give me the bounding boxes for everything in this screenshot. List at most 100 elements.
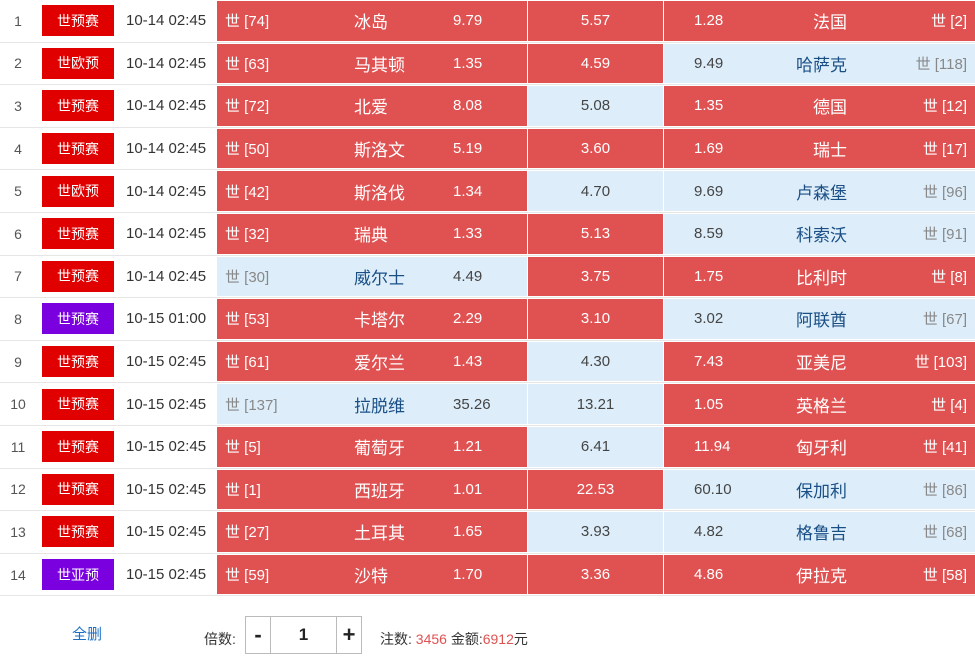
away-win-option[interactable]: 8.59 科索沃 世 [91] [664, 213, 975, 254]
draw-option[interactable]: 4.70 [528, 171, 663, 211]
away-odds: 1.05 [694, 395, 724, 413]
draw-option[interactable]: 4.59 [528, 43, 663, 84]
away-rank: 世 [2] [931, 13, 967, 31]
league-cell: 世欧预 [42, 43, 116, 85]
home-team: 卡塔尔 [354, 311, 405, 331]
league-cell: 世亚预 [42, 554, 116, 596]
away-win-option[interactable]: 1.69 瑞士 世 [17] [664, 128, 975, 169]
row-index: 1 [14, 12, 22, 29]
draw-option[interactable]: 3.60 [528, 128, 663, 169]
draw-odds: 4.30 [580, 353, 611, 371]
home-rank: 世 [5] [225, 439, 261, 457]
home-win-option[interactable]: 世 [63] 马其顿 1.35 [217, 43, 527, 84]
home-win-option[interactable]: 世 [27] 土耳其 1.65 [217, 512, 527, 552]
away-rank: 世 [68] [922, 524, 967, 542]
home-win-option[interactable]: 世 [42] 斯洛伐 1.34 [217, 171, 527, 211]
home-rank: 世 [74] [225, 13, 270, 31]
draw-option[interactable]: 13.21 [528, 384, 663, 424]
increase-button[interactable]: + [336, 617, 361, 653]
draw-option[interactable]: 3.93 [528, 512, 663, 552]
league-badge: 世预赛 [42, 473, 114, 505]
draw-odds: 5.57 [580, 12, 611, 30]
away-team: 伊拉克 [796, 567, 847, 587]
home-win-option[interactable]: 世 [137] 拉脱维 35.26 [217, 384, 527, 424]
table-row: 2 世欧预 10-14 02:45 世 [63] 马其顿 1.35 4.59 9.49 哈萨克 世… [0, 43, 975, 86]
match-time: 10-15 02:45 [126, 480, 207, 498]
home-odds: 1.43 [453, 353, 483, 371]
draw-option[interactable]: 4.30 [528, 341, 663, 382]
away-odds: 1.75 [694, 267, 724, 285]
home-win-option[interactable]: 世 [50] 斯洛文 5.19 [217, 128, 527, 169]
away-odds: 60.10 [694, 480, 732, 498]
away-team: 比利时 [796, 268, 847, 288]
draw-option[interactable]: 5.57 [528, 1, 663, 41]
draw-odds: 4.70 [580, 182, 611, 200]
away-odds: 1.35 [694, 97, 724, 115]
table-row: 6 世预赛 10-14 02:45 世 [32] 瑞典 1.33 5.13 8.59 科索沃 世 … [0, 213, 975, 256]
league-badge: 世预赛 [42, 346, 114, 378]
home-rank: 世 [72] [225, 98, 270, 116]
home-win-option[interactable]: 世 [30] 威尔士 4.49 [217, 256, 527, 297]
home-odds: 1.65 [453, 523, 483, 541]
home-win-option[interactable]: 世 [5] 葡萄牙 1.21 [217, 426, 527, 467]
draw-odds: 22.53 [576, 480, 615, 498]
away-win-option[interactable]: 11.94 匈牙利 世 [41] [664, 426, 975, 467]
table-row: 8 世预赛 10-15 01:00 世 [53] 卡塔尔 2.29 3.10 3.02 阿联酋 世… [0, 298, 975, 341]
league-badge: 世欧预 [42, 175, 114, 207]
away-win-option[interactable]: 60.10 保加利 世 [86] [664, 469, 975, 510]
home-win-option[interactable]: 世 [53] 卡塔尔 2.29 [217, 299, 527, 339]
match-time: 10-14 02:45 [126, 12, 207, 30]
draw-option[interactable]: 5.13 [528, 213, 663, 254]
clear-all-button[interactable]: 全删 [72, 623, 102, 644]
away-odds: 4.82 [694, 523, 724, 541]
home-win-option[interactable]: 世 [1] 西班牙 1.01 [217, 469, 527, 510]
league-badge: 世预赛 [42, 218, 114, 250]
home-odds: 9.79 [453, 12, 483, 30]
decrease-button[interactable]: - [246, 617, 271, 653]
draw-option[interactable]: 3.75 [528, 256, 663, 297]
home-odds: 1.70 [453, 566, 483, 584]
bet-summary: 注数: 3456 金额:6912元 [380, 629, 528, 649]
home-win-option[interactable]: 世 [32] 瑞典 1.33 [217, 213, 527, 254]
draw-option[interactable]: 22.53 [528, 469, 663, 510]
league-cell: 世预赛 [42, 128, 116, 170]
league-badge: 世预赛 [42, 516, 114, 548]
amount-unit: 元 [513, 631, 528, 647]
away-win-option[interactable]: 1.28 法国 世 [2] [664, 1, 975, 41]
draw-odds: 4.59 [580, 54, 611, 72]
draw-option[interactable]: 5.08 [528, 86, 663, 126]
away-win-option[interactable]: 4.82 格鲁吉 世 [68] [664, 512, 975, 552]
amount-label: 金额: [450, 631, 483, 647]
home-rank: 世 [53] [225, 311, 270, 329]
home-odds: 1.34 [453, 182, 483, 200]
away-win-option[interactable]: 9.69 卢森堡 世 [96] [664, 171, 975, 211]
away-win-option[interactable]: 1.75 比利时 世 [8] [664, 256, 975, 297]
draw-odds: 5.08 [580, 97, 611, 115]
home-win-option[interactable]: 世 [59] 沙特 1.70 [217, 554, 527, 595]
multiplier-input[interactable] [271, 617, 336, 653]
away-win-option[interactable]: 1.05 英格兰 世 [4] [664, 384, 975, 424]
draw-option[interactable]: 3.10 [528, 299, 663, 339]
home-win-option[interactable]: 世 [74] 冰岛 9.79 [217, 1, 527, 41]
away-team: 卢森堡 [796, 183, 847, 203]
draw-option[interactable]: 3.36 [528, 554, 663, 595]
away-win-option[interactable]: 3.02 阿联酋 世 [67] [664, 299, 975, 339]
home-win-option[interactable]: 世 [61] 爱尔兰 1.43 [217, 341, 527, 382]
away-rank: 世 [8] [931, 268, 967, 286]
draw-option[interactable]: 6.41 [528, 426, 663, 467]
league-cell: 世预赛 [42, 383, 116, 425]
home-team: 威尔士 [354, 268, 405, 288]
home-rank: 世 [30] [225, 268, 270, 286]
away-win-option[interactable]: 1.35 德国 世 [12] [664, 86, 975, 126]
away-win-option[interactable]: 4.86 伊拉克 世 [58] [664, 554, 975, 595]
match-time: 10-15 02:45 [126, 395, 207, 413]
table-row: 10 世预赛 10-15 02:45 世 [137] 拉脱维 35.26 13.21 1.05… [0, 383, 975, 426]
away-team: 格鲁吉 [796, 524, 847, 544]
away-odds: 1.28 [694, 12, 724, 30]
away-win-option[interactable]: 7.43 亚美尼 世 [103] [664, 341, 975, 382]
league-cell: 世欧预 [42, 170, 116, 212]
away-rank: 世 [86] [922, 481, 967, 499]
home-win-option[interactable]: 世 [72] 北爱 8.08 [217, 86, 527, 126]
away-win-option[interactable]: 9.49 哈萨克 世 [118] [664, 43, 975, 84]
away-team: 哈萨克 [796, 55, 847, 75]
